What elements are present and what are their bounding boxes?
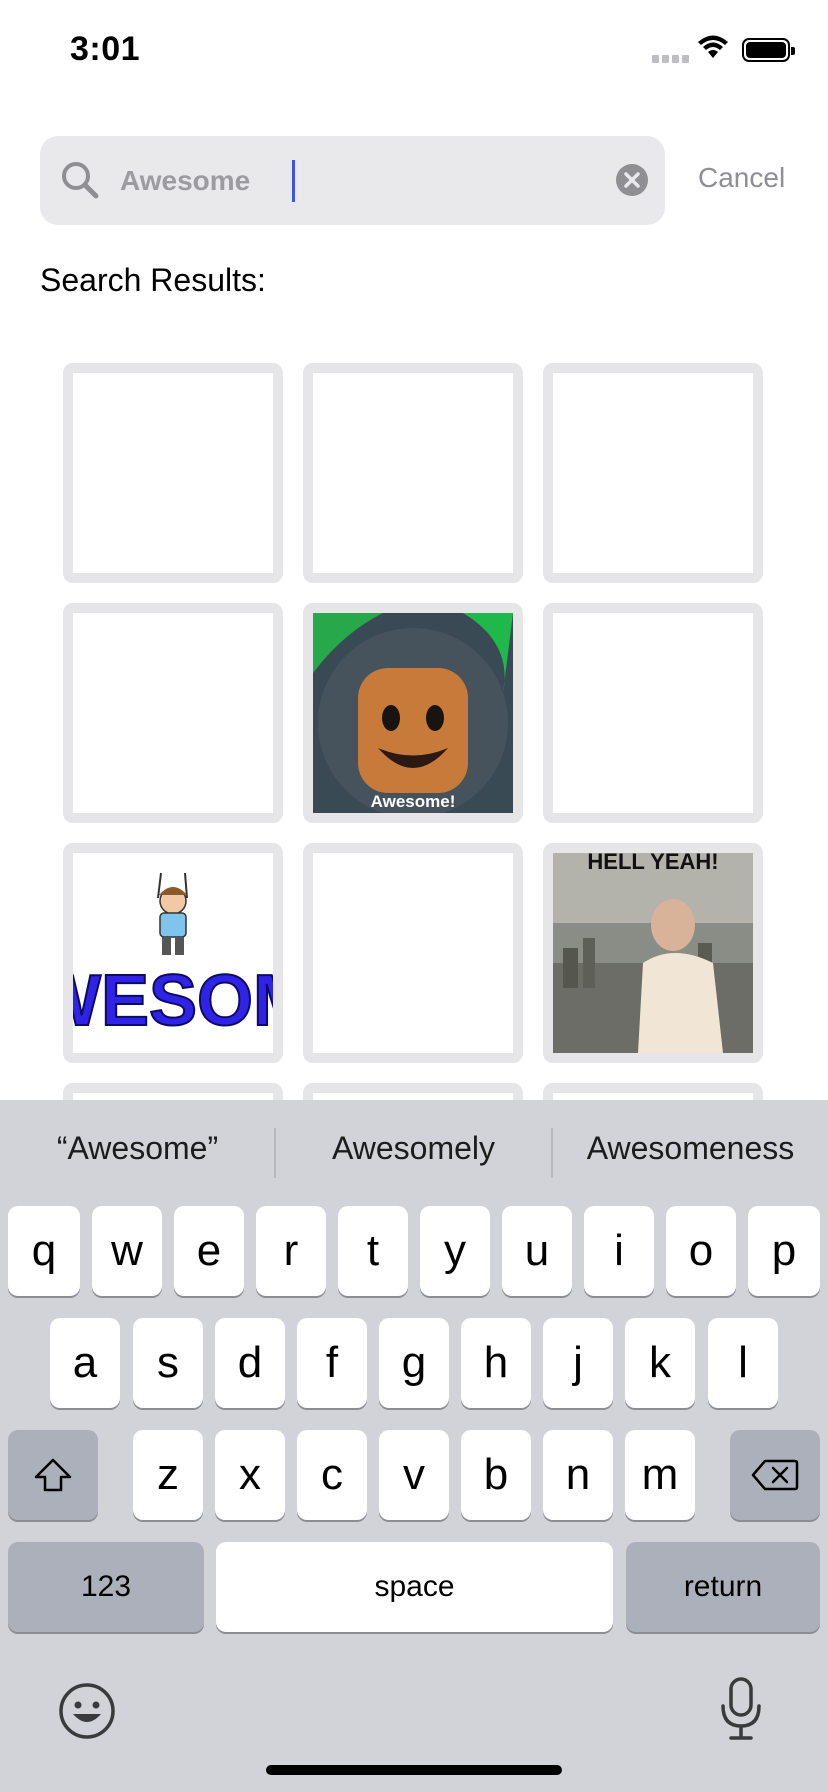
key-w[interactable]: w [92, 1206, 162, 1296]
predictive-bar: “Awesome” Awesomely Awesomeness [0, 1100, 828, 1200]
clear-icon[interactable] [616, 164, 648, 196]
battery-icon [742, 38, 795, 62]
key-l[interactable]: l [708, 1318, 778, 1408]
suggestion-item[interactable]: Awesomeness [553, 1130, 828, 1167]
result-tile[interactable] [543, 363, 763, 583]
shift-arrow-icon [34, 1458, 72, 1492]
key-x[interactable]: x [215, 1430, 285, 1520]
cancel-button[interactable]: Cancel [698, 162, 785, 194]
key-s[interactable]: s [133, 1318, 203, 1408]
key-a[interactable]: a [50, 1318, 120, 1408]
tile-caption: Awesome! [371, 792, 456, 811]
key-j[interactable]: j [543, 1318, 613, 1408]
result-tile-awesome-gif[interactable]: WESOM [63, 843, 283, 1063]
key-b[interactable]: b [461, 1430, 531, 1520]
tile-caption: HELL YEAH! [587, 853, 718, 874]
key-i[interactable]: i [584, 1206, 654, 1296]
key-d[interactable]: d [215, 1318, 285, 1408]
backspace-icon [751, 1459, 799, 1491]
result-tile[interactable] [303, 363, 523, 583]
key-f[interactable]: f [297, 1318, 367, 1408]
key-v[interactable]: v [379, 1430, 449, 1520]
key-z[interactable]: z [133, 1430, 203, 1520]
numbers-key[interactable]: 123 [8, 1542, 204, 1632]
search-bar[interactable] [40, 136, 665, 225]
key-u[interactable]: u [502, 1206, 572, 1296]
result-tile[interactable] [303, 843, 523, 1063]
awesome-wordart-image: WESOM [73, 853, 273, 1053]
shift-key[interactable] [8, 1430, 98, 1520]
result-tile[interactable] [63, 603, 283, 823]
status-bar: 3:01 [0, 0, 828, 100]
key-h[interactable]: h [461, 1318, 531, 1408]
key-m[interactable]: m [625, 1430, 695, 1520]
suggestion-item[interactable]: Awesomely [276, 1130, 551, 1167]
lego-figure-image: Awesome! [313, 613, 513, 813]
keyboard: “Awesome” Awesomely Awesomeness q w e r … [0, 1100, 828, 1792]
key-y[interactable]: y [420, 1206, 490, 1296]
key-p[interactable]: p [748, 1206, 820, 1296]
hell-yeah-image: HELL YEAH! [553, 853, 753, 1053]
home-indicator [266, 1765, 562, 1775]
cellular-signal-icon [652, 50, 692, 63]
key-k[interactable]: k [625, 1318, 695, 1408]
result-tile-lego-gif[interactable]: Awesome! [303, 603, 523, 823]
result-tile-hell-yeah-gif[interactable]: HELL YEAH! [543, 843, 763, 1063]
microphone-icon[interactable] [718, 1676, 764, 1747]
emoji-icon[interactable] [58, 1682, 116, 1745]
result-tile[interactable] [543, 603, 763, 823]
wifi-icon [697, 34, 729, 65]
result-tile[interactable] [63, 363, 283, 583]
key-o[interactable]: o [666, 1206, 736, 1296]
key-q[interactable]: q [8, 1206, 80, 1296]
search-icon [60, 160, 100, 205]
key-t[interactable]: t [338, 1206, 408, 1296]
key-e[interactable]: e [174, 1206, 244, 1296]
key-g[interactable]: g [379, 1318, 449, 1408]
search-results-label: Search Results: [40, 262, 266, 298]
search-input[interactable] [120, 158, 620, 203]
space-key[interactable]: space [216, 1542, 613, 1632]
key-n[interactable]: n [543, 1430, 613, 1520]
key-r[interactable]: r [256, 1206, 326, 1296]
text-caret [292, 160, 295, 202]
return-key[interactable]: return [626, 1542, 820, 1632]
status-time: 3:01 [70, 30, 141, 68]
delete-key[interactable] [730, 1430, 820, 1520]
suggestion-item[interactable]: “Awesome” [0, 1130, 275, 1167]
wordart-text: WESOM [73, 961, 273, 1041]
key-c[interactable]: c [297, 1430, 367, 1520]
